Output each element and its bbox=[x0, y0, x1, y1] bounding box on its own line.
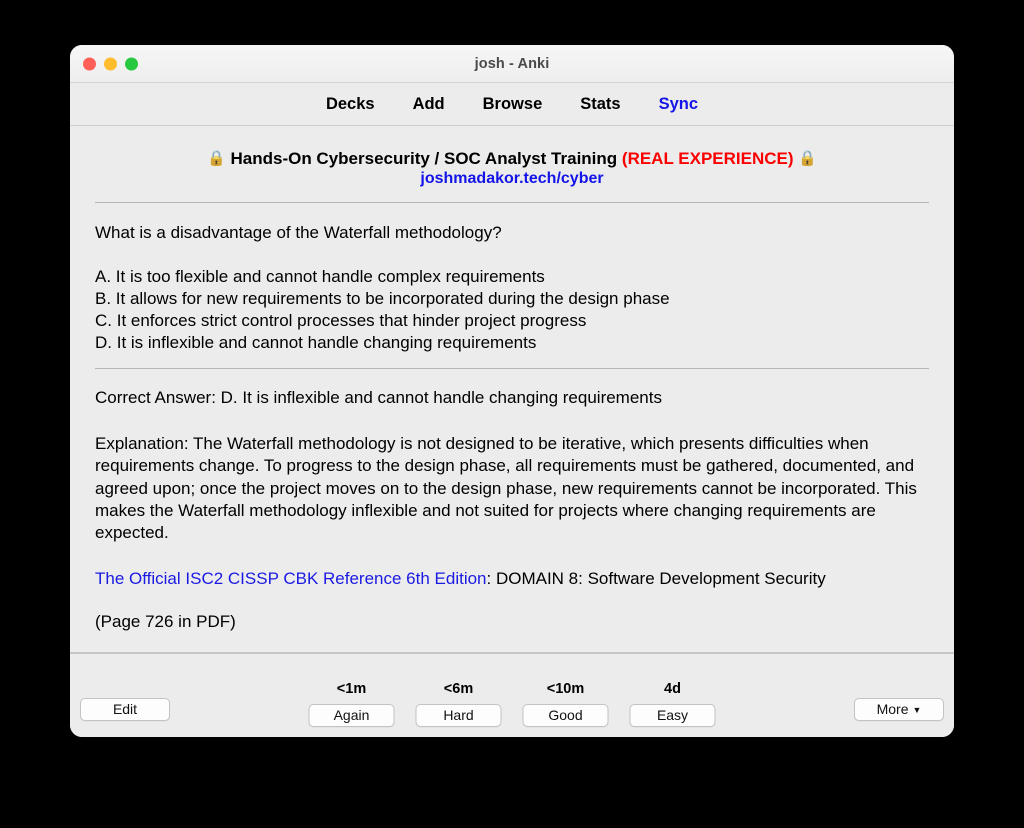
option-b: B. It allows for new requirements to be … bbox=[95, 288, 670, 308]
option-d: D. It is inflexible and cannot handle ch… bbox=[95, 332, 537, 352]
answer-divider bbox=[95, 367, 929, 369]
reference-domain-text: : DOMAIN 8: Software Development Securit… bbox=[486, 568, 826, 588]
ease-again-interval: <1m bbox=[336, 681, 367, 697]
ease-good-interval: <10m bbox=[546, 681, 585, 697]
ease-easy: 4d Easy bbox=[629, 681, 716, 727]
reference-line: The Official ISC2 CISSP CBK Reference 6t… bbox=[95, 568, 929, 590]
deck-header: 🔒 Hands-On Cybersecurity / SOC Analyst T… bbox=[95, 144, 929, 188]
edit-button[interactable]: Edit bbox=[80, 698, 170, 721]
deck-title-line: 🔒 Hands-On Cybersecurity / SOC Analyst T… bbox=[95, 148, 929, 170]
window-title: josh - Anki bbox=[474, 55, 550, 72]
ease-easy-interval: 4d bbox=[664, 681, 681, 697]
correct-answer-text: Correct Answer: D. It is inflexible and … bbox=[95, 387, 662, 407]
window-titlebar: josh - Anki bbox=[70, 45, 954, 83]
ease-button-group: <1m Again <6m Hard <10m Good 4d Easy bbox=[308, 681, 716, 727]
deck-title-main: Hands-On Cybersecurity / SOC Analyst Tra… bbox=[230, 149, 618, 168]
main-navbar: Decks Add Browse Stats Sync bbox=[70, 83, 954, 126]
again-button[interactable]: Again bbox=[308, 704, 395, 727]
explanation-text: Explanation: The Waterfall methodology i… bbox=[95, 434, 917, 542]
card-content-area: 🔒 Hands-On Cybersecurity / SOC Analyst T… bbox=[70, 126, 954, 652]
nav-item-stats[interactable]: Stats bbox=[580, 95, 620, 114]
hard-button[interactable]: Hard bbox=[415, 704, 502, 727]
ease-hard: <6m Hard bbox=[415, 681, 502, 727]
header-divider bbox=[95, 202, 929, 204]
more-button-label: More bbox=[876, 701, 909, 717]
anki-main-window: josh - Anki Decks Add Browse Stats Sync … bbox=[70, 45, 954, 737]
nav-item-browse[interactable]: Browse bbox=[483, 95, 543, 114]
question-text: What is a disadvantage of the Waterfall … bbox=[95, 223, 502, 243]
reference-book-link[interactable]: The Official ISC2 CISSP CBK Reference 6t… bbox=[95, 569, 487, 588]
deck-website-link[interactable]: joshmadakor.tech/cyber bbox=[420, 170, 603, 187]
more-button[interactable]: More ▼ bbox=[854, 698, 944, 721]
option-c: C. It enforces strict control processes … bbox=[95, 310, 587, 330]
ease-good: <10m Good bbox=[522, 681, 609, 727]
answer-toolbar: Edit <1m Again <6m Hard <10m Good 4d Eas… bbox=[70, 652, 954, 737]
option-a: A. It is too flexible and cannot handle … bbox=[95, 266, 545, 286]
page-note-text: (Page 726 in PDF) bbox=[95, 612, 236, 632]
nav-item-sync[interactable]: Sync bbox=[659, 95, 698, 114]
deck-title-highlight: (REAL EXPERIENCE) bbox=[621, 149, 794, 168]
easy-button[interactable]: Easy bbox=[629, 704, 716, 727]
answer-options-list: A. It is too flexible and cannot handle … bbox=[95, 266, 929, 354]
good-button[interactable]: Good bbox=[522, 704, 609, 727]
ease-again: <1m Again bbox=[308, 681, 395, 727]
ease-hard-interval: <6m bbox=[443, 681, 474, 697]
lock-icon-left: 🔒 bbox=[207, 150, 226, 167]
nav-item-add[interactable]: Add bbox=[413, 95, 445, 114]
chevron-down-icon: ▼ bbox=[912, 704, 922, 715]
lock-icon-right: 🔒 bbox=[798, 150, 817, 167]
nav-item-decks[interactable]: Decks bbox=[326, 95, 375, 114]
